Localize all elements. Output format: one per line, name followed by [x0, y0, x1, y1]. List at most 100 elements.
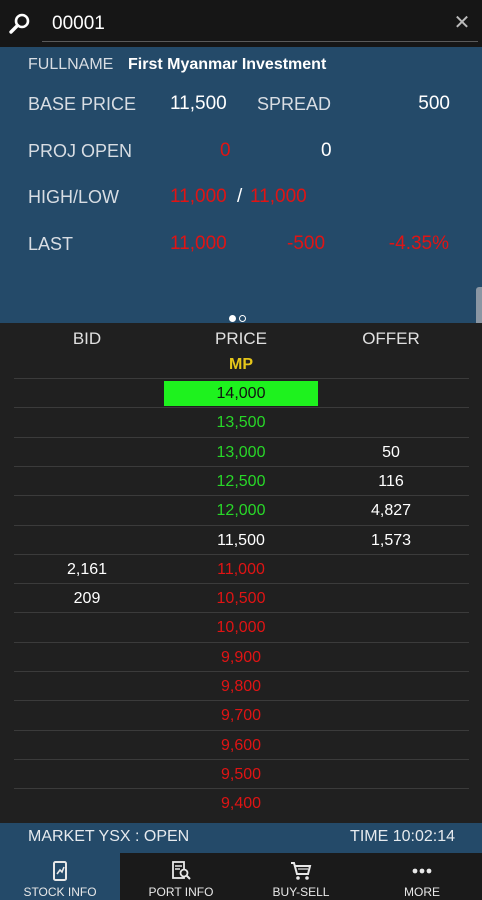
price-level[interactable]: 12,500 [164, 467, 318, 496]
offer-quantity [318, 379, 464, 408]
bid-quantity [14, 496, 160, 525]
order-book-row[interactable]: 13,000 50 [14, 436, 469, 467]
price-level[interactable]: 12,000 [164, 496, 318, 525]
nav-more[interactable]: MORE [362, 853, 482, 900]
price-level[interactable]: 9,900 [164, 643, 318, 672]
order-book-row[interactable]: 9,700 [14, 700, 469, 729]
order-book-row[interactable]: 9,600 [14, 729, 469, 760]
nav-port-info[interactable]: PORT INFO [121, 853, 241, 900]
offer-quantity [318, 643, 464, 672]
fullname-value: First Myanmar Investment [128, 56, 327, 73]
offer-quantity [318, 672, 464, 701]
order-book: BID PRICE OFFER MP 14,000 13,500 13,000 50 1… [0, 323, 482, 823]
offer-quantity [318, 555, 464, 584]
close-icon[interactable]: ✕ [452, 13, 472, 33]
change-value: -500 [287, 233, 326, 254]
bid-quantity [14, 760, 160, 789]
market-time: TIME 10:02:14 [350, 828, 455, 845]
nav-buy-sell[interactable]: BUY-SELL [241, 853, 361, 900]
offer-header: OFFER [362, 329, 420, 348]
price-level[interactable]: 10,000 [164, 613, 318, 642]
stock-info-panel: FULLNAME First Myanmar Investment BASE P… [0, 47, 482, 323]
base-price-label: BASE PRICE [28, 94, 137, 114]
last-value: 11,000 [170, 233, 227, 254]
price-level[interactable]: 9,800 [164, 672, 318, 701]
search-input[interactable] [42, 6, 478, 42]
order-book-row[interactable]: 9,400 [14, 788, 469, 817]
bid-quantity [14, 731, 160, 760]
offer-quantity [318, 789, 464, 818]
order-book-row[interactable]: 10,000 [14, 612, 469, 641]
price-level[interactable]: 10,500 [164, 584, 318, 613]
order-book-row[interactable]: 12,500 116 [14, 465, 469, 496]
spread-value: 500 [418, 93, 450, 114]
price-level[interactable]: 14,000 [164, 381, 318, 406]
stock-info-icon [53, 861, 67, 881]
offer-quantity: 1,573 [370, 531, 412, 549]
order-book-row[interactable]: 14,000 [14, 378, 469, 407]
order-book-row[interactable]: 2,161 11,000 [14, 553, 469, 584]
bid-quantity: 209 [73, 590, 101, 608]
nav-label: STOCK INFO [23, 885, 97, 899]
order-book-row[interactable]: 11,500 1,573 [14, 524, 469, 555]
offer-quantity [318, 701, 464, 730]
high-low-separator: / [237, 186, 243, 207]
order-book-row[interactable]: 13,500 [14, 407, 469, 436]
bid-quantity [14, 613, 160, 642]
bid-quantity: 2,161 [66, 560, 108, 578]
order-book-row[interactable]: 9,900 [14, 641, 469, 672]
nav-label: MORE [404, 885, 440, 899]
proj-open-qty: 0 [321, 140, 332, 161]
price-level[interactable]: 9,600 [164, 731, 318, 760]
order-book-row[interactable]: 9,800 [14, 671, 469, 700]
fullname-label: FULLNAME [28, 56, 114, 73]
nav-label: BUY-SELL [272, 885, 330, 899]
order-book-row[interactable]: 12,000 4,827 [14, 495, 469, 524]
offer-quantity: 116 [378, 472, 404, 490]
price-level[interactable]: 13,500 [164, 408, 318, 437]
price-level[interactable]: 9,700 [164, 701, 318, 730]
offer-quantity [318, 613, 464, 642]
proj-open-price: 0 [220, 140, 231, 161]
price-level[interactable]: 13,000 [164, 438, 318, 467]
page-dot[interactable] [239, 315, 246, 322]
spread-label: SPREAD [257, 94, 332, 114]
order-book-row[interactable]: 209 10,500 [14, 583, 469, 612]
cart-icon [291, 862, 312, 880]
offer-quantity: 4,827 [370, 502, 412, 520]
bid-quantity [14, 643, 160, 672]
change-percent: -4.35% [388, 233, 449, 254]
price-header: PRICE [215, 329, 267, 348]
price-level[interactable]: 9,500 [164, 760, 318, 789]
offer-quantity [318, 731, 464, 760]
proj-open-label: PROJ OPEN [28, 141, 133, 161]
page-dot-active[interactable] [229, 315, 236, 322]
bid-quantity [14, 408, 160, 437]
nav-label: PORT INFO [148, 885, 214, 899]
bid-quantity [14, 438, 160, 467]
offer-quantity [318, 760, 464, 789]
market-status: MARKET YSX : OPEN [28, 828, 190, 845]
search-icon[interactable] [8, 12, 32, 36]
more-icon [412, 868, 432, 874]
offer-quantity [318, 584, 464, 613]
bid-quantity [14, 701, 160, 730]
high-value: 11,000 [170, 186, 227, 207]
order-book-row[interactable]: 9,500 [14, 758, 469, 789]
base-price-value: 11,500 [170, 93, 227, 114]
bid-quantity [14, 526, 160, 555]
low-value: 11,000 [250, 186, 307, 207]
offer-quantity [318, 408, 464, 437]
market-price-label[interactable]: MP [164, 356, 318, 374]
last-label: LAST [28, 234, 74, 254]
price-level[interactable]: 9,400 [164, 789, 318, 818]
bid-quantity [14, 672, 160, 701]
price-level[interactable]: 11,000 [164, 555, 318, 584]
bid-header: BID [72, 329, 102, 348]
price-level[interactable]: 11,500 [164, 526, 318, 555]
bid-quantity [14, 379, 160, 408]
port-info-icon [172, 861, 191, 880]
search-bar: ✕ [0, 0, 482, 47]
bid-quantity [14, 467, 160, 496]
nav-stock-info[interactable]: STOCK INFO [0, 853, 120, 900]
